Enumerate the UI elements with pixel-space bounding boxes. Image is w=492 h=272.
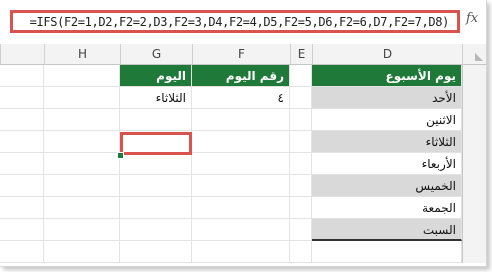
cell[interactable] bbox=[192, 153, 290, 175]
cell[interactable] bbox=[0, 131, 44, 153]
cell[interactable] bbox=[192, 197, 290, 219]
worksheet: H G F E D اليوم رقم اليوم يوم الأسبوع ال… bbox=[0, 42, 486, 266]
table-row: الجمعة bbox=[0, 197, 486, 219]
formula-bar: fx =IFS(F2=1,D2,F2=2,D3,F2=3,D4,F2=4,D5,… bbox=[0, 0, 486, 42]
cell[interactable] bbox=[120, 109, 192, 131]
cell[interactable] bbox=[0, 175, 44, 197]
cell[interactable] bbox=[44, 197, 120, 219]
cell[interactable] bbox=[44, 87, 120, 109]
row-header[interactable] bbox=[462, 219, 486, 241]
cell[interactable] bbox=[290, 109, 312, 131]
table-row: السبت bbox=[0, 219, 486, 241]
cell[interactable] bbox=[120, 175, 192, 197]
cell[interactable] bbox=[192, 109, 290, 131]
cell[interactable] bbox=[290, 175, 312, 197]
column-header-g[interactable]: G bbox=[120, 44, 192, 64]
cell[interactable] bbox=[0, 109, 44, 131]
column-header-d[interactable]: D bbox=[312, 44, 462, 64]
cell[interactable] bbox=[192, 219, 290, 241]
weekday-cell[interactable]: الخميس bbox=[312, 175, 462, 197]
row-header[interactable] bbox=[462, 197, 486, 219]
cell[interactable] bbox=[0, 87, 44, 109]
row-header[interactable] bbox=[462, 131, 486, 153]
row-header[interactable] bbox=[462, 65, 486, 87]
cell[interactable] bbox=[290, 131, 312, 153]
cell[interactable] bbox=[120, 153, 192, 175]
cell[interactable] bbox=[290, 87, 312, 109]
fill-handle[interactable] bbox=[117, 152, 124, 159]
cell[interactable] bbox=[192, 175, 290, 197]
row-header[interactable] bbox=[462, 109, 486, 131]
weekday-cell[interactable]: الجمعة bbox=[312, 197, 462, 219]
cell[interactable] bbox=[290, 241, 312, 263]
cell[interactable] bbox=[192, 131, 290, 153]
spreadsheet-window: fx =IFS(F2=1,D2,F2=2,D3,F2=3,D4,F2=4,D5,… bbox=[0, 0, 487, 267]
column-header-f[interactable]: F bbox=[192, 44, 290, 64]
cell[interactable] bbox=[120, 197, 192, 219]
row-header[interactable] bbox=[462, 241, 486, 263]
column-header-h[interactable]: H bbox=[44, 44, 120, 64]
column-header-a[interactable] bbox=[0, 44, 44, 64]
cell[interactable] bbox=[290, 153, 312, 175]
cell[interactable] bbox=[0, 241, 44, 263]
cell[interactable] bbox=[44, 153, 120, 175]
weekday-cell[interactable]: السبت bbox=[312, 219, 462, 241]
cell[interactable] bbox=[120, 241, 192, 263]
result-cell[interactable]: الثلاثاء bbox=[120, 87, 192, 109]
column-header-e[interactable]: E bbox=[290, 44, 312, 64]
header-cell-weekday[interactable]: يوم الأسبوع bbox=[312, 65, 462, 87]
cell[interactable] bbox=[312, 241, 462, 263]
cell[interactable] bbox=[120, 219, 192, 241]
column-headers: H G F E D bbox=[0, 44, 486, 65]
header-cell-day[interactable]: اليوم bbox=[120, 65, 192, 87]
day-number-cell[interactable]: ٤ bbox=[192, 87, 290, 109]
cell[interactable] bbox=[0, 197, 44, 219]
weekday-cell[interactable]: الأربعاء bbox=[312, 153, 462, 175]
table-row: الخميس bbox=[0, 175, 486, 197]
cell[interactable] bbox=[290, 65, 312, 87]
fx-icon[interactable]: fx bbox=[466, 11, 484, 29]
cell[interactable] bbox=[0, 153, 44, 175]
cell[interactable] bbox=[44, 109, 120, 131]
table-row: الأربعاء bbox=[0, 153, 486, 175]
cell[interactable] bbox=[0, 65, 44, 87]
cell[interactable] bbox=[120, 131, 192, 153]
formula-input[interactable]: =IFS(F2=1,D2,F2=2,D3,F2=3,D4,F2=4,D5,F2=… bbox=[10, 10, 460, 33]
weekday-cell[interactable]: الاثنين bbox=[312, 109, 462, 131]
cell[interactable] bbox=[44, 175, 120, 197]
row-header[interactable] bbox=[462, 153, 486, 175]
table-row bbox=[0, 241, 486, 263]
select-all-corner[interactable] bbox=[462, 44, 486, 64]
weekday-cell[interactable]: الأحد bbox=[312, 87, 462, 109]
table-row: الاثنين bbox=[0, 109, 486, 131]
cell[interactable] bbox=[44, 219, 120, 241]
cell[interactable] bbox=[192, 241, 290, 263]
table-row: الثلاثاء bbox=[0, 131, 486, 153]
cell[interactable] bbox=[0, 219, 44, 241]
weekday-cell[interactable]: الثلاثاء bbox=[312, 131, 462, 153]
row-header[interactable] bbox=[462, 87, 486, 109]
cell[interactable] bbox=[290, 219, 312, 241]
cell[interactable] bbox=[290, 197, 312, 219]
table-row: الثلاثاء ٤ الأحد bbox=[0, 87, 486, 109]
formula-text: =IFS(F2=1,D2,F2=2,D3,F2=3,D4,F2=4,D5,F2=… bbox=[29, 15, 450, 29]
cell[interactable] bbox=[44, 65, 120, 87]
row-header[interactable] bbox=[462, 175, 486, 197]
cell[interactable] bbox=[44, 241, 120, 263]
table-header-row: اليوم رقم اليوم يوم الأسبوع bbox=[0, 65, 486, 87]
header-cell-day-number[interactable]: رقم اليوم bbox=[192, 65, 290, 87]
cell[interactable] bbox=[44, 131, 120, 153]
